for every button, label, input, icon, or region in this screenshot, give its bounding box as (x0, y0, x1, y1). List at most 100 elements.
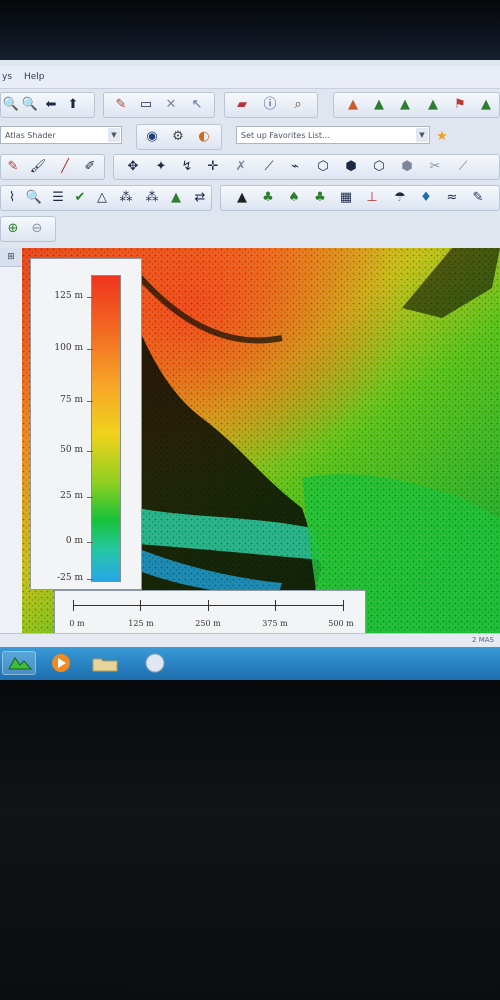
browser-icon[interactable] (138, 651, 172, 675)
ruler-icon[interactable]: ▰ (233, 96, 251, 114)
mountain-peak-icon[interactable]: ▲ (233, 189, 251, 207)
tools-toolbar: ▰ ⓘ ⌕ (224, 92, 318, 118)
tower-icon[interactable]: ⊥ (363, 189, 381, 207)
scale-label: 250 m (195, 619, 221, 628)
shader-select[interactable]: Atlas Shader ▼ (0, 126, 122, 144)
page-icon[interactable]: ▭ (137, 96, 155, 114)
water-drop-icon[interactable]: ♦ (417, 189, 435, 207)
home-icon[interactable]: ⬆ (64, 96, 82, 114)
zoom-out-icon[interactable]: 🔍 (21, 96, 39, 114)
edit-check-icon[interactable]: ✔ (71, 189, 89, 207)
terrain-color-icon[interactable]: ▲ (344, 96, 362, 114)
status-bar: 2 MAS (0, 633, 500, 648)
peak-icon[interactable]: ▲ (167, 189, 185, 207)
path-icon[interactable]: ⌇ (3, 189, 21, 207)
shader-select-value: Atlas Shader (5, 131, 56, 140)
legend-tick (87, 497, 93, 498)
polygon-icon[interactable]: ⬢ (342, 158, 360, 176)
analysis-toolbar: ⌇ 🔍 ☰ ✔ △ ⁂ ⁂ ▲ ⇄ (0, 185, 212, 211)
terrain-icon[interactable]: ▲ (370, 96, 388, 114)
cluster-icon[interactable]: ⁂ (117, 189, 135, 207)
pin-icon[interactable]: ✎ (469, 189, 487, 207)
scale-label: 500 m (328, 619, 354, 628)
disabled-cross-icon[interactable]: ✕ (162, 96, 180, 114)
chevron-down-icon[interactable]: ▼ (416, 128, 428, 142)
list-icon[interactable]: ☰ (49, 189, 67, 207)
pen-icon[interactable]: ✎ (4, 158, 22, 176)
scale-tick (275, 600, 276, 611)
shape-icon[interactable]: ⬡ (314, 158, 332, 176)
toolbar-row-4: ⌇ 🔍 ☰ ✔ △ ⁂ ⁂ ▲ ⇄ ▲ ♣ ♠ ♣ ▦ ⊥ ☂ ♦ ≈ ✎ (0, 183, 500, 213)
shrub-icon[interactable]: ♠ (285, 189, 303, 207)
swirl-icon[interactable]: ◐ (195, 128, 213, 146)
select-draw-icon[interactable]: ✐ (81, 158, 99, 176)
line-edit-icon[interactable]: ↯ (178, 158, 196, 176)
menu-item-tools[interactable]: ys (2, 72, 12, 82)
back-arrow-icon[interactable]: ⬅ (42, 96, 60, 114)
group-icon[interactable]: ⁂ (143, 189, 161, 207)
transfer-icon[interactable]: ⇄ (191, 189, 209, 207)
gear-icon[interactable]: ⚙ (169, 128, 187, 146)
wave-icon[interactable]: ≈ (443, 189, 461, 207)
scale-label: 125 m (128, 619, 154, 628)
zoom-in-icon[interactable]: 🔍 (2, 96, 20, 114)
globe-icon (145, 653, 165, 673)
star-icon[interactable]: ★ (433, 128, 451, 146)
chevron-down-icon[interactable]: ▼ (108, 128, 120, 142)
media-player-icon[interactable] (46, 651, 76, 675)
magnifier-tool-icon[interactable]: ⌕ (289, 96, 307, 114)
taskbar (0, 647, 500, 680)
scale-bar: 0 m 125 m 250 m 375 m 500 m (54, 590, 366, 633)
scale-tick (73, 600, 74, 611)
terrain-view-icon[interactable]: ▲ (396, 96, 414, 114)
cut-icon[interactable]: ✂ (426, 158, 444, 176)
layer-add-icon[interactable]: ⊕ (4, 220, 22, 238)
favorites-select[interactable]: Set up Favorites List... ▼ (236, 126, 430, 144)
split-icon[interactable]: ✗ (232, 158, 250, 176)
scale-tick (208, 600, 209, 611)
play-icon (52, 654, 70, 672)
status-text: 2 MAS (472, 636, 494, 644)
toolbar-row-3: ✎ 🖌 ╱ ✐ ✥ ✦ ↯ ✛ ✗ ⟋ ⌁ ⬡ ⬢ ⬡ ⬢ ✂ ⟋ (0, 152, 500, 182)
node-icon[interactable]: ⌁ (286, 158, 304, 176)
pencil-icon[interactable]: ✎ (112, 96, 130, 114)
legend-tick (87, 542, 93, 543)
vegetation-icon[interactable]: ♣ (259, 189, 277, 207)
building-icon[interactable]: ▦ (337, 189, 355, 207)
globe-icon[interactable]: ◉ (143, 128, 161, 146)
palm-icon[interactable]: ☂ (391, 189, 409, 207)
triangle-icon[interactable]: △ (93, 189, 111, 207)
favorites-select-value: Set up Favorites List... (241, 131, 330, 140)
scale-label: 375 m (262, 619, 288, 628)
file-explorer-icon[interactable] (88, 651, 122, 675)
menu-bar: ys Help (0, 66, 500, 89)
flag-terrain-icon[interactable]: ⚑ (451, 96, 469, 114)
measure-icon[interactable]: ⟋ (454, 158, 472, 176)
search-icon[interactable]: 🔍 (25, 189, 43, 207)
polygon-disabled-icon[interactable]: ⬢ (398, 158, 416, 176)
brush-icon[interactable]: 🖌 (29, 158, 47, 176)
layer-remove-icon[interactable]: ⊖ (28, 220, 46, 238)
3d-view-toolbar: ▲ ▲ ▲ ▲ ⚑ ▲ (333, 92, 500, 118)
tree-icon[interactable]: ♣ (311, 189, 329, 207)
monitor-bezel-bottom (0, 680, 500, 1000)
move-vertex-icon[interactable]: ✥ (124, 158, 142, 176)
edit-toolbar: ✎ ▭ ✕ ↖ (103, 92, 215, 118)
polygon-edit-icon[interactable]: ⬡ (370, 158, 388, 176)
connect-icon[interactable]: ⟋ (260, 158, 278, 176)
line-draw-icon[interactable]: ╱ (56, 158, 74, 176)
edit-vertex-icon[interactable]: ✦ (152, 158, 170, 176)
cursor-icon[interactable]: ↖ (188, 96, 206, 114)
menu-item-help[interactable]: Help (24, 72, 45, 82)
info-icon[interactable]: ⓘ (261, 96, 279, 114)
mountain-icon[interactable]: ▲ (424, 96, 442, 114)
terrain-3d-icon[interactable]: ▲ (477, 96, 495, 114)
draw-toolbar: ✎ 🖌 ╱ ✐ (0, 154, 105, 180)
globalmapper-taskbar-icon[interactable] (2, 651, 36, 675)
legend-tick (87, 579, 93, 580)
digitizer-toolbar: ✥ ✦ ↯ ✛ ✗ ⟋ ⌁ ⬡ ⬢ ⬡ ⬢ ✂ ⟋ (113, 154, 500, 180)
toolbar-row-2: Atlas Shader ▼ ◉ ⚙ ◐ Set up Favorites Li… (0, 122, 500, 152)
crosshair-icon[interactable]: ✛ (204, 158, 222, 176)
map-view[interactable]: 125 m 100 m 75 m 50 m 25 m 0 m -25 m 0 m… (22, 248, 500, 633)
panel-tab[interactable]: ⊞ (0, 248, 22, 267)
